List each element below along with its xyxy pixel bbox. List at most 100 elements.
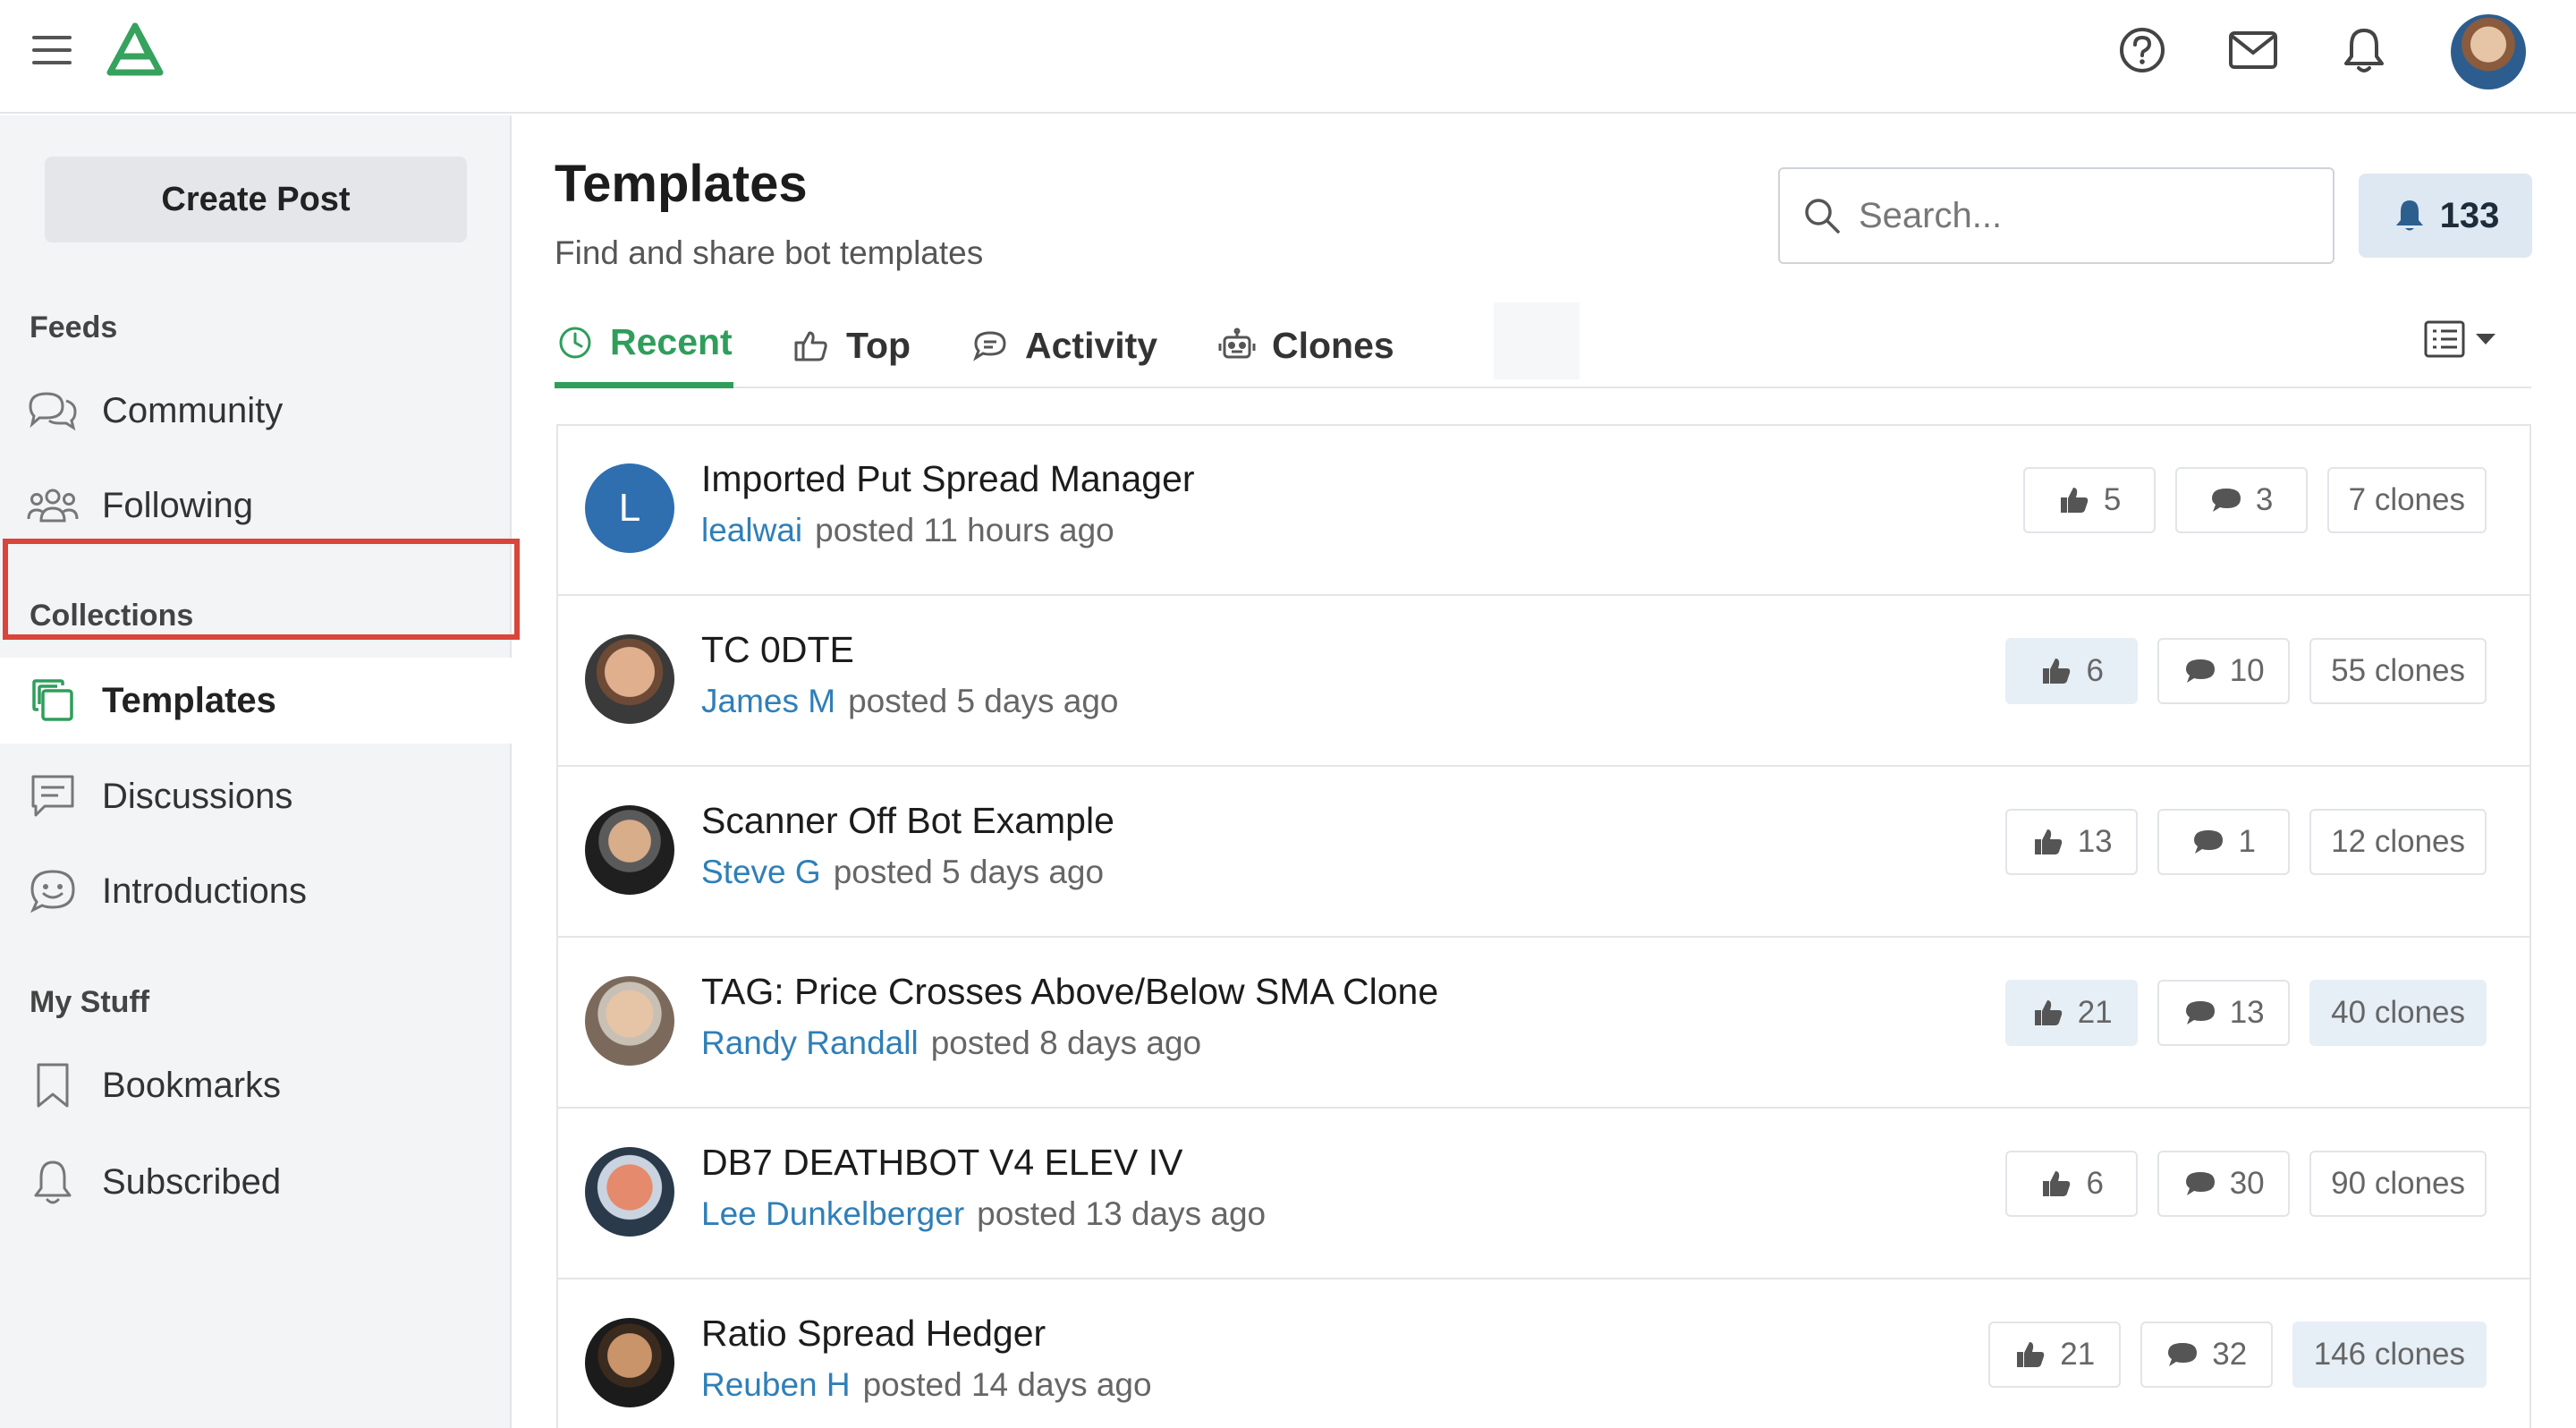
list-view-icon: [2424, 319, 2504, 363]
sidebar-item-introductions[interactable]: Introductions: [0, 848, 512, 934]
sidebar-item-following[interactable]: Following: [0, 463, 512, 548]
bell-icon[interactable]: [2336, 22, 2392, 78]
comments-button[interactable]: 1: [2157, 809, 2291, 875]
author-link[interactable]: Steve G: [701, 854, 821, 890]
sidebar-item-templates[interactable]: Templates: [0, 658, 512, 744]
author-link[interactable]: James M: [701, 683, 835, 719]
posted-time: posted 11 hours ago: [815, 512, 1114, 548]
post-row[interactable]: DB7 DEATHBOT V4 ELEV IV Lee Dunkelberger…: [558, 1109, 2529, 1279]
author-link[interactable]: Reuben H: [701, 1366, 851, 1403]
post-title[interactable]: Scanner Off Bot Example: [701, 800, 1114, 842]
sidebar-item-label: Discussions: [102, 776, 293, 816]
post-row[interactable]: Scanner Off Bot Example Steve G posted 5 …: [558, 768, 2529, 938]
message-square-icon: [27, 770, 79, 822]
tab-clones[interactable]: Clones: [1216, 302, 1394, 388]
mail-icon[interactable]: [2225, 22, 2281, 78]
logo-icon[interactable]: [100, 18, 170, 82]
sidebar-item-subscribed[interactable]: Subscribed: [0, 1139, 512, 1225]
comment-icon: [2191, 825, 2225, 859]
clones-count[interactable]: 7 clones: [2326, 467, 2487, 533]
post-meta: Reuben H posted 14 days ago: [701, 1366, 1152, 1404]
thumbs-up-icon: [791, 325, 832, 366]
people-icon: [27, 480, 79, 531]
menu-icon[interactable]: [27, 25, 77, 75]
help-icon[interactable]: [2114, 22, 2170, 78]
smile-bubble-icon: [27, 865, 79, 917]
post-row[interactable]: TAG: Price Crosses Above/Below SMA Clone…: [558, 939, 2529, 1109]
post-title[interactable]: TAG: Price Crosses Above/Below SMA Clone: [701, 971, 1438, 1013]
tab-label: Clones: [1272, 324, 1394, 366]
view-toggle-button[interactable]: [2415, 313, 2513, 369]
notification-count-button[interactable]: 133: [2359, 174, 2532, 258]
likes-button[interactable]: 13: [2005, 809, 2139, 875]
tab-top[interactable]: Top: [791, 302, 911, 388]
sidebar-item-community[interactable]: Community: [0, 368, 512, 454]
posted-time: posted 13 days ago: [977, 1195, 1267, 1232]
sidebar-item-discussions[interactable]: Discussions: [0, 753, 512, 839]
post-meta: James M posted 5 days ago: [701, 683, 1118, 720]
sidebar-item-bookmarks[interactable]: Bookmarks: [0, 1042, 512, 1128]
page-title: Templates: [555, 155, 808, 213]
likes-count: 6: [2086, 1166, 2104, 1201]
likes-button[interactable]: 6: [2005, 1151, 2139, 1217]
clones-count[interactable]: 90 clones: [2309, 1151, 2487, 1217]
comments-count: 30: [2229, 1166, 2265, 1201]
comment-icon: [2165, 1338, 2199, 1372]
author-avatar[interactable]: [585, 1318, 674, 1407]
tab-label: Recent: [610, 321, 733, 362]
sidebar: Create Post Feeds Community Following Co…: [0, 115, 512, 1428]
author-link[interactable]: Randy Randall: [701, 1024, 919, 1061]
post-stats: 21 13 40 clones: [2005, 980, 2487, 1046]
comments-button[interactable]: 32: [2140, 1322, 2273, 1388]
notification-count: 133: [2439, 195, 2500, 235]
posted-time: posted 8 days ago: [930, 1024, 1202, 1061]
comments-count: 13: [2229, 995, 2265, 1030]
bell-icon: [2392, 198, 2428, 234]
create-post-button[interactable]: Create Post: [45, 157, 467, 242]
likes-button[interactable]: 21: [2005, 980, 2139, 1046]
likes-button[interactable]: 5: [2022, 467, 2156, 533]
comments-button[interactable]: 30: [2157, 1151, 2291, 1217]
clones-count[interactable]: 12 clones: [2309, 809, 2487, 875]
tab-label: Top: [846, 324, 911, 366]
clones-count[interactable]: 55 clones: [2309, 638, 2487, 704]
post-meta: Lee Dunkelberger posted 13 days ago: [701, 1195, 1266, 1233]
sidebar-item-label: Following: [102, 485, 253, 525]
likes-button[interactable]: 6: [2005, 638, 2139, 704]
post-row[interactable]: TC 0DTE James M posted 5 days ago 6 10 55…: [558, 597, 2529, 767]
page-subtitle: Find and share bot templates: [555, 234, 984, 271]
post-title[interactable]: Ratio Spread Hedger: [701, 1313, 1046, 1355]
clones-count[interactable]: 40 clones: [2309, 980, 2487, 1046]
comments-button[interactable]: 10: [2157, 638, 2291, 704]
comments-count: 10: [2229, 653, 2265, 688]
likes-count: 13: [2077, 824, 2113, 859]
post-row[interactable]: L Imported Put Spread Manager lealwai pos…: [558, 426, 2529, 596]
tab-activity[interactable]: Activity: [970, 302, 1157, 388]
author-link[interactable]: Lee Dunkelberger: [701, 1195, 964, 1232]
comments-button[interactable]: 3: [2174, 467, 2308, 533]
post-title[interactable]: DB7 DEATHBOT V4 ELEV IV: [701, 1142, 1183, 1184]
search-box[interactable]: [1778, 167, 2334, 264]
post-title[interactable]: TC 0DTE: [701, 629, 854, 671]
post-stats: 6 10 55 clones: [2005, 638, 2487, 704]
search-input[interactable]: [1859, 195, 2324, 236]
user-avatar[interactable]: [2451, 14, 2526, 89]
section-title-feeds: Feeds: [30, 310, 118, 344]
author-avatar[interactable]: [585, 1147, 674, 1237]
comments-button[interactable]: 13: [2157, 980, 2291, 1046]
sidebar-item-label: Introductions: [102, 871, 308, 911]
post-list: L Imported Put Spread Manager lealwai pos…: [556, 424, 2531, 1428]
tab-recent[interactable]: Recent: [555, 302, 733, 388]
post-stats: 5 3 7 clones: [2022, 467, 2487, 533]
post-title[interactable]: Imported Put Spread Manager: [701, 458, 1195, 500]
post-row[interactable]: Ratio Spread Hedger Reuben H posted 14 da…: [558, 1280, 2529, 1428]
author-avatar[interactable]: L: [585, 463, 674, 553]
likes-button[interactable]: 21: [1987, 1322, 2121, 1388]
post-meta: Randy Randall posted 8 days ago: [701, 1024, 1201, 1062]
author-link[interactable]: lealwai: [701, 512, 802, 548]
author-avatar[interactable]: [585, 634, 674, 724]
author-avatar[interactable]: [585, 976, 674, 1066]
author-avatar[interactable]: [585, 805, 674, 895]
clones-count[interactable]: 146 clones: [2292, 1322, 2487, 1388]
comments-count: 3: [2255, 482, 2274, 517]
